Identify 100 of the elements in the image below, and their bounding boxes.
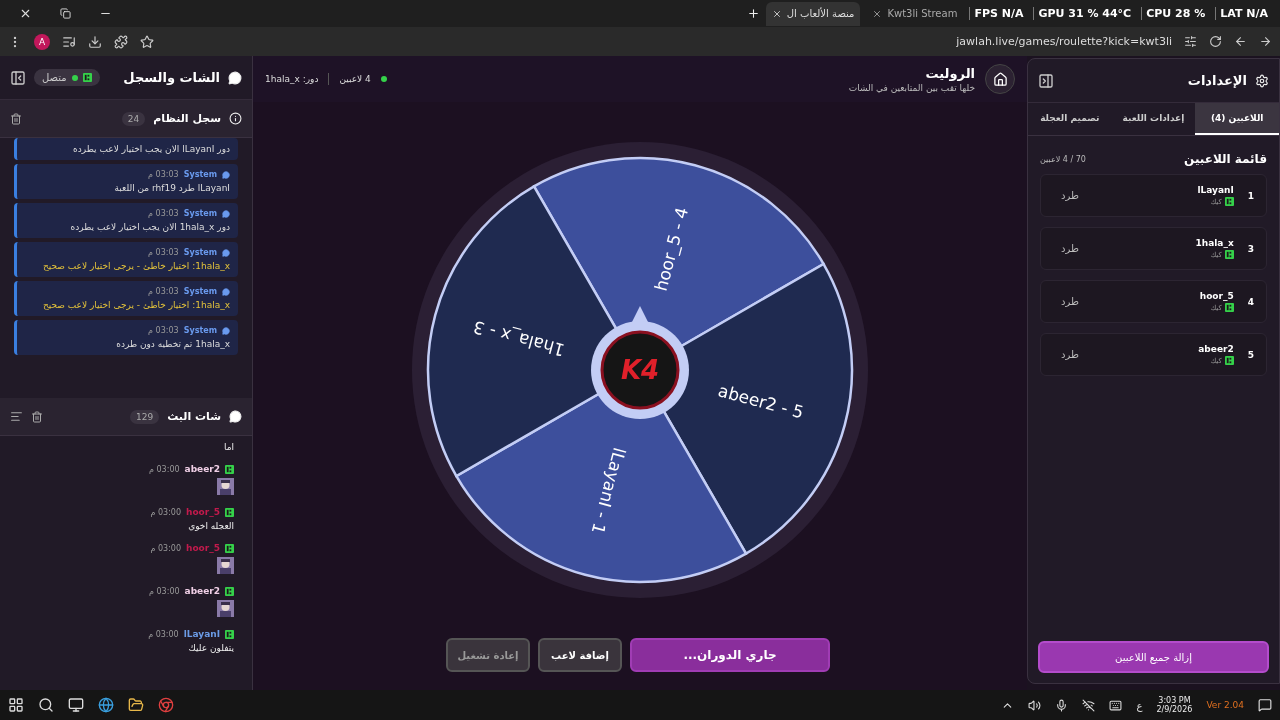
platform-logo-icon <box>225 507 234 517</box>
message-time: 03:00 م <box>148 629 179 639</box>
message-text: يتفلون عليك <box>187 643 234 653</box>
players-count: 4 لاعبين <box>339 74 371 84</box>
sender-name: System <box>183 326 217 335</box>
player-name: abeer2 <box>1198 344 1234 354</box>
keyboard-icon[interactable] <box>1109 698 1123 712</box>
profile-avatar[interactable]: A <box>34 33 50 50</box>
message-text: 1hala_x تم تخطيه دون طرده <box>115 339 230 349</box>
site-settings-icon[interactable] <box>1184 35 1197 48</box>
section-title: سجل النظام <box>153 112 221 125</box>
home-button[interactable] <box>985 64 1015 94</box>
align-icon[interactable] <box>10 410 23 423</box>
message-time: 03:03 م <box>148 209 179 218</box>
chat-icon <box>222 287 230 296</box>
action-button[interactable]: إضافة لاعب <box>538 638 622 672</box>
player-number: 4 <box>1247 296 1254 307</box>
kick-button[interactable]: طرد <box>1053 190 1087 201</box>
chat-icon <box>222 209 230 218</box>
notification-icon[interactable] <box>1258 698 1272 712</box>
kick-button[interactable]: طرد <box>1053 296 1087 307</box>
message-time: 03:03 م <box>148 287 179 296</box>
clock[interactable]: 3:03 PM 2/9/2026 <box>1156 696 1193 714</box>
platform-logo-icon <box>82 73 92 82</box>
start-icon[interactable] <box>8 697 24 713</box>
media-icon[interactable] <box>62 34 76 49</box>
remove-all-button[interactable]: إزالة جميع اللاعبين <box>1038 641 1269 673</box>
players-count: 70 / 4 لاعبين <box>1040 154 1086 164</box>
message-time: 03:00 م <box>150 543 181 553</box>
close-icon[interactable] <box>771 8 782 19</box>
user-name: lLayanI <box>183 629 220 639</box>
platform-logo-icon <box>1224 303 1234 312</box>
segment-label: lLayanI - 1 <box>587 445 630 537</box>
version-label: Ver 2.04 <box>1206 700 1244 710</box>
section-title: شات البث <box>167 410 221 423</box>
reload-icon[interactable] <box>1209 35 1222 48</box>
chat-icon <box>222 248 230 257</box>
message-time: 03:03 م <box>148 326 179 335</box>
settings-tab[interactable]: إعدادات اللعبة <box>1111 103 1196 135</box>
performance-stat: FPS N/A <box>969 7 1028 20</box>
platform-logo-icon <box>225 586 234 596</box>
performance-stat: CPU 28 % <box>1141 7 1210 20</box>
forward-icon[interactable] <box>1234 35 1247 48</box>
player-name: 1hala_x <box>1195 238 1234 248</box>
message-text: دور 1hala_x الان يجب اختيار لاعب يطرده <box>69 222 230 232</box>
message-text: 1hala_x: اختيار خاطئ - يرجى اختيار لاعب صحيح <box>41 300 230 310</box>
message-time: 03:03 م <box>148 248 179 257</box>
close-icon[interactable] <box>872 8 883 19</box>
user-name: abeer2 <box>184 464 220 474</box>
message-count: 24 <box>121 111 146 126</box>
kick-button[interactable]: طرد <box>1053 243 1087 254</box>
chrome-icon[interactable] <box>158 697 174 713</box>
collapse-icon[interactable] <box>10 69 26 86</box>
list-title: قائمة اللاعبين <box>1184 152 1267 166</box>
address-field[interactable]: jawlah.live/games/roulette?kick=kwt3li <box>956 35 1172 48</box>
trash-icon[interactable] <box>10 112 22 125</box>
network-icon[interactable] <box>1082 698 1096 712</box>
settings-tab[interactable]: اللاعبين (4) <box>1195 103 1279 135</box>
folder-icon[interactable] <box>128 697 144 713</box>
volume-icon[interactable] <box>1028 698 1042 712</box>
message-time: 03:00 م <box>150 507 181 517</box>
page-title: الروليت <box>924 65 975 81</box>
message-text: 1hala_x: اختيار خاطئ - يرجى اختيار لاعب صحيح <box>41 261 230 271</box>
browser-tab[interactable]: Kwt3li Stream <box>866 1 964 26</box>
browser-tab[interactable]: منصة الألعاب ال <box>765 1 861 26</box>
status-dot <box>380 76 387 82</box>
bookmark-icon[interactable] <box>140 34 154 49</box>
message-time: 03:03 م <box>148 170 179 179</box>
platform-logo-icon <box>225 464 234 474</box>
performance-stat: GPU 31 % 44°C <box>1033 7 1136 20</box>
download-icon[interactable] <box>88 34 102 49</box>
mic-icon[interactable] <box>1055 698 1069 712</box>
segment-label: hoor_5 - 4 <box>650 205 693 293</box>
player-name: hoor_5 <box>1199 291 1234 301</box>
settings-tab[interactable]: تصميم العجلة <box>1028 103 1112 135</box>
player-name: lLayanI <box>1197 185 1234 195</box>
message-text: lLayanI طرد rhf19 من اللعبة <box>113 183 230 193</box>
spin-button[interactable]: جاري الدوران... <box>630 638 830 672</box>
browser-icon[interactable] <box>98 697 114 713</box>
kick-button[interactable]: طرد <box>1053 349 1087 360</box>
back-icon[interactable] <box>1259 35 1272 48</box>
sender-name: System <box>183 248 217 257</box>
hub-logo: K4 <box>620 354 660 385</box>
settings-icon <box>1255 73 1269 88</box>
chat-icon <box>222 170 230 179</box>
performance-stat: LAT N/A <box>1215 7 1272 20</box>
panel-title: الشات والسجل <box>123 70 220 85</box>
chat-icon <box>228 70 242 85</box>
status-text: متصل <box>42 72 67 83</box>
restore-icon[interactable] <box>59 8 71 19</box>
extensions-icon[interactable] <box>114 34 128 49</box>
search-icon[interactable] <box>38 697 54 713</box>
collapse-icon[interactable] <box>1038 72 1054 89</box>
home-icon <box>992 71 1008 87</box>
language-indicator[interactable]: ع <box>1136 699 1143 711</box>
new-tab-icon[interactable] <box>746 7 760 20</box>
message-time: 03:00 م <box>149 586 180 596</box>
user-name: abeer2 <box>184 586 220 596</box>
app-icon[interactable] <box>68 697 84 713</box>
trash-icon[interactable] <box>31 410 43 423</box>
